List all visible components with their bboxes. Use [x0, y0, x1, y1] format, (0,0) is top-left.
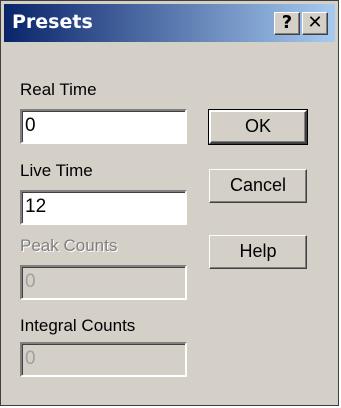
- peak-counts-label: Peak Counts: [20, 236, 118, 255]
- ok-button[interactable]: OK: [208, 109, 308, 145]
- help-question-icon[interactable]: ?: [274, 12, 300, 35]
- real-time-input[interactable]: 0: [20, 109, 187, 144]
- live-time-input[interactable]: 12: [20, 190, 187, 225]
- title-bar[interactable]: Presets ? ✕: [4, 4, 335, 42]
- help-button[interactable]: Help: [209, 235, 307, 269]
- real-time-label: Real Time: [20, 80, 97, 99]
- window-title: Presets: [12, 11, 93, 33]
- integral-counts-label: Integral Counts: [20, 316, 136, 335]
- close-icon[interactable]: ✕: [302, 12, 328, 35]
- peak-counts-input: 0: [20, 265, 187, 300]
- cancel-button[interactable]: Cancel: [209, 169, 307, 203]
- integral-counts-input: 0: [20, 342, 187, 377]
- presets-dialog: Presets ? ✕ Real Time 0 Live Time 12 Pea…: [0, 0, 339, 406]
- live-time-label: Live Time: [20, 161, 93, 180]
